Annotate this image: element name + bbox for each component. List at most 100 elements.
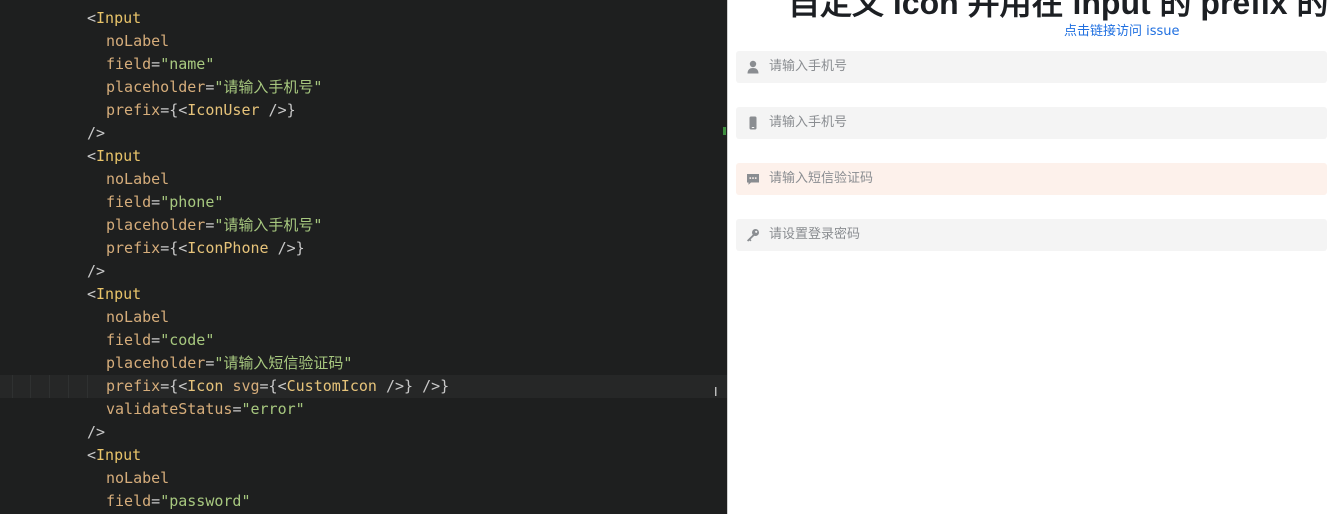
code-line[interactable]: prefix={<IconPhone />} [0, 237, 727, 260]
code-line-text: noLabel [106, 467, 169, 490]
code-area[interactable]: <Input noLabel field="name" placeholder="请输… [0, 7, 727, 513]
code-token: placeholder [106, 216, 206, 234]
code-line[interactable]: placeholder="请输入手机号" [0, 214, 727, 237]
password-input-placeholder: 请设置登录密码 [769, 227, 861, 242]
code-input[interactable]: 请输入短信验证码 [736, 163, 1327, 195]
code-line[interactable]: /> [0, 421, 727, 444]
git-change-marker [723, 127, 726, 135]
code-line-text: placeholder="请输入手机号" [106, 214, 322, 237]
key-icon [747, 229, 759, 242]
code-line[interactable]: field="code" [0, 329, 727, 352]
code-token: < [87, 285, 97, 303]
name-input[interactable]: 请输入手机号 [736, 51, 1327, 83]
indent-guide [12, 375, 13, 398]
code-token: validateStatus [106, 400, 233, 418]
code-line[interactable]: prefix={<IconUser />} [0, 99, 727, 122]
code-line[interactable]: /> [0, 260, 727, 283]
code-token: prefix [106, 377, 161, 395]
code-line[interactable]: noLabel [0, 467, 727, 490]
code-line-text: field="code" [106, 329, 214, 352]
code-line-text: prefix={<IconUser />} [106, 99, 296, 122]
code-token: field [106, 331, 152, 349]
code-line[interactable]: noLabel [0, 306, 727, 329]
code-line-text: field="phone" [106, 191, 223, 214]
code-token: = [151, 331, 161, 349]
code-token: = [151, 492, 161, 510]
code-token: field [106, 193, 152, 211]
code-line[interactable]: field="password" [0, 490, 727, 513]
message-icon [747, 174, 759, 185]
code-token: prefix [106, 101, 161, 119]
code-token: Input [96, 147, 142, 165]
code-token: Input [96, 285, 142, 303]
code-line-text: field="name" [106, 53, 214, 76]
code-line[interactable]: <Input [0, 444, 727, 467]
code-line[interactable]: <Input [0, 145, 727, 168]
code-token: field [106, 492, 152, 510]
code-line-text: /> [87, 260, 105, 283]
code-token: Icon [187, 377, 224, 395]
code-token: CustomIcon [286, 377, 377, 395]
code-line[interactable]: <Input [0, 283, 727, 306]
code-token: = [151, 55, 161, 73]
code-token: />} />} [376, 377, 450, 395]
code-line-text: noLabel [106, 306, 169, 329]
issue-link[interactable]: 点击链接访问 issue [1064, 20, 1180, 39]
code-line-text: placeholder="请输入手机号" [106, 76, 322, 99]
code-line[interactable]: noLabel [0, 30, 727, 53]
indent-guide [68, 375, 69, 398]
code-token: ={< [160, 239, 188, 257]
code-token: < [87, 446, 97, 464]
phone-input[interactable]: 请输入手机号 [736, 107, 1327, 139]
code-token: /> [87, 262, 106, 280]
code-token: /> [87, 124, 106, 142]
code-token: noLabel [106, 170, 170, 188]
indent-guide [87, 375, 88, 398]
code-line[interactable]: placeholder="请输入短信验证码" [0, 352, 727, 375]
code-line[interactable]: placeholder="请输入手机号" [0, 76, 727, 99]
code-editor[interactable]: <Input noLabel field="name" placeholder="请输… [0, 0, 727, 514]
code-line-text: prefix={<Icon svg={<CustomIcon />} />} [106, 375, 449, 398]
phone-icon [749, 116, 757, 130]
code-token: />} [268, 239, 305, 257]
page-title: 自定义 icon 并用在 input 的 prefix 的情况 [788, 0, 1327, 21]
code-line[interactable]: <Input [0, 7, 727, 30]
code-token: "请输入手机号" [214, 78, 323, 96]
user-icon [747, 60, 759, 74]
code-input-placeholder: 请输入短信验证码 [769, 171, 874, 186]
code-token: = [151, 193, 161, 211]
code-token: ={< [160, 101, 188, 119]
code-line-text: <Input [87, 145, 141, 168]
code-line-text: noLabel [106, 30, 169, 53]
code-line-text: field="password" [106, 490, 251, 513]
code-line[interactable]: field="name" [0, 53, 727, 76]
code-token: "password" [160, 492, 251, 510]
code-line[interactable]: field="phone" [0, 191, 727, 214]
code-token: />} [259, 101, 296, 119]
phone-input-placeholder: 请输入手机号 [769, 115, 848, 130]
code-line[interactable]: validateStatus="error" [0, 398, 727, 421]
code-token: Input [96, 9, 142, 27]
code-line[interactable]: /> [0, 122, 727, 145]
code-line[interactable]: prefix={<Icon svg={<CustomIcon />} />} [0, 375, 727, 398]
name-input-placeholder: 请输入手机号 [769, 59, 848, 74]
code-token: "name" [160, 55, 215, 73]
code-line-text: /> [87, 122, 105, 145]
code-line[interactable]: noLabel [0, 168, 727, 191]
code-token: "请输入短信验证码" [214, 354, 353, 372]
password-input[interactable]: 请设置登录密码 [736, 219, 1327, 251]
code-token: placeholder [106, 78, 206, 96]
code-token: "code" [160, 331, 215, 349]
indent-guide [30, 375, 31, 398]
code-token: < [87, 9, 97, 27]
code-token: "error" [241, 400, 305, 418]
code-token: field [106, 55, 152, 73]
indent-guide [49, 375, 50, 398]
code-token: placeholder [106, 354, 206, 372]
code-token: ={< [259, 377, 287, 395]
code-line-text: prefix={<IconPhone />} [106, 237, 305, 260]
code-token: /> [87, 423, 106, 441]
code-line-text: <Input [87, 444, 141, 467]
text-cursor-icon: Ⅰ [714, 385, 718, 399]
code-token: Input [96, 446, 142, 464]
